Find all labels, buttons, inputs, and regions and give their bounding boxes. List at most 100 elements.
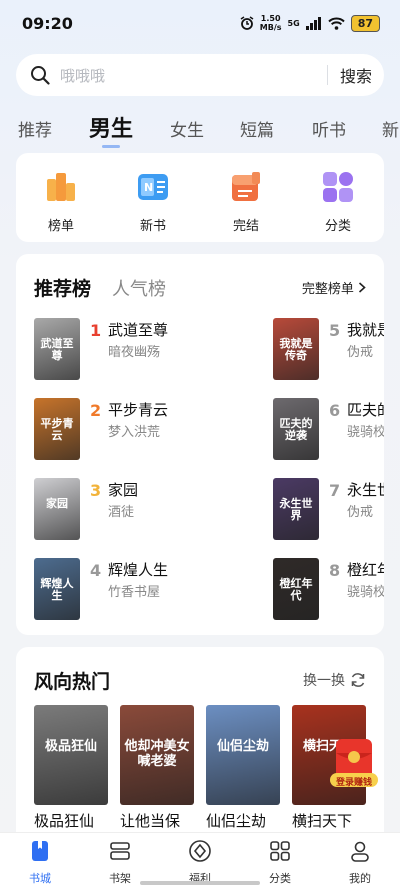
hot-book[interactable]: 极品狂仙 极品狂仙: [34, 705, 108, 831]
book-cover: 武道至尊: [34, 318, 80, 380]
book-title: 武道至尊: [108, 321, 169, 339]
chevron-right-icon: [358, 282, 366, 293]
signal-icon: [305, 16, 321, 30]
book-cover: 仙侣尘劫: [206, 705, 280, 805]
status-icons: 1.50 MB/s 5G 87: [240, 14, 380, 32]
book-title: 家园: [108, 481, 139, 499]
channel-tabs: 推荐 男生 女生 短篇 听书 新: [0, 108, 400, 148]
book-cover: 平步青云: [34, 398, 80, 460]
ranking-header: 推荐榜 人气榜 完整榜单: [34, 274, 366, 300]
book-title: 永生世: [347, 481, 384, 499]
book-title: 我就是: [347, 321, 384, 339]
book-author: 伪戒: [347, 345, 374, 360]
shortcut-finished[interactable]: 完结: [216, 169, 276, 234]
book-title: 横扫天下: [292, 812, 353, 830]
ranking-book[interactable]: 武道至尊 1 武道至尊 暗夜幽殇: [34, 318, 234, 380]
book-cover: 极品狂仙: [34, 705, 108, 805]
status-bar: 09:20 1.50 MB/s 5G 87: [0, 0, 400, 48]
full-ranking-link[interactable]: 完整榜单: [302, 278, 366, 297]
welfare-icon: [189, 840, 211, 862]
shortcut-ranking[interactable]: 榜单: [31, 169, 91, 234]
refresh-button[interactable]: 换一换: [303, 670, 366, 690]
cover-title: 辉煌人生: [40, 577, 74, 602]
book-cover: 永生世界: [273, 478, 319, 540]
new-book-icon: N: [135, 169, 171, 205]
rank-number: 2: [90, 401, 102, 420]
tab-male[interactable]: 男生: [89, 111, 133, 148]
book-author: 竹香书屋: [108, 585, 161, 600]
alarm-icon: [240, 16, 254, 30]
hot-title: 风向热门: [34, 671, 111, 693]
book-author: 暗夜幽殇: [108, 345, 161, 360]
rank-number: 8: [329, 561, 341, 580]
nav-profile[interactable]: 我的: [330, 839, 390, 886]
cover-title: 他却冲美女喊老婆: [124, 739, 190, 769]
rank-number: 6: [329, 401, 341, 420]
nav-bookshelf[interactable]: 书架: [90, 839, 150, 886]
tab-popular-ranking[interactable]: 人气榜: [112, 275, 166, 301]
search-button[interactable]: 搜索: [328, 63, 384, 87]
nav-bookstore[interactable]: 书城: [10, 839, 70, 886]
book-title: 匹夫的: [347, 401, 384, 419]
finished-icon: [228, 169, 264, 205]
book-title: 极品狂仙: [34, 812, 95, 830]
category-shortcuts: 榜单 N 新书 完结 分类: [16, 153, 384, 242]
book-cover: 我就是传奇: [273, 318, 319, 380]
tab-short[interactable]: 短篇: [240, 116, 274, 141]
shortcut-category[interactable]: 分类: [308, 169, 368, 234]
search-input[interactable]: 哦哦哦: [60, 65, 327, 86]
book-author: 骁骑校: [347, 585, 384, 600]
cover-title: 平步青云: [40, 417, 74, 442]
book-author: 梦入洪荒: [108, 425, 161, 440]
battery-indicator: 87: [350, 14, 380, 32]
home-indicator: [140, 881, 260, 885]
nav-welfare[interactable]: 福利: [170, 839, 230, 886]
bookshelf-icon: [110, 842, 130, 860]
nav-category[interactable]: 分类: [250, 839, 310, 886]
shortcut-new-book[interactable]: N 新书: [123, 169, 183, 234]
search-icon: [31, 66, 50, 85]
network-type: 5G: [287, 18, 300, 28]
tab-female[interactable]: 女生: [170, 116, 204, 141]
category-grid-icon: [270, 841, 290, 861]
ranking-book[interactable]: 永生世界 7 永生世伪戒: [273, 478, 384, 540]
cover-title: 武道至尊: [40, 337, 74, 362]
book-cover: 他却冲美女喊老婆: [120, 705, 194, 805]
net-speed: 1.50 MB/s: [259, 14, 282, 32]
rank-number: 5: [329, 321, 341, 340]
ranking-book[interactable]: 辉煌人生 4 辉煌人生 竹香书屋: [34, 558, 234, 620]
bottom-nav: 书城 书架 福利 分类 我的: [0, 832, 400, 889]
book-cover: 家园: [34, 478, 80, 540]
ranking-book[interactable]: 橙红年代 8 橙红年骁骑校: [273, 558, 384, 620]
ranking-book[interactable]: 匹夫的逆袭 6 匹夫的骁骑校: [273, 398, 384, 460]
book-title: 平步青云: [108, 401, 169, 419]
red-packet-label: 登录赚钱: [335, 778, 372, 788]
cover-title: 橙红年代: [279, 577, 313, 602]
tab-new[interactable]: 新: [382, 116, 399, 141]
book-cover: 匹夫的逆袭: [273, 398, 319, 460]
profile-icon: [351, 841, 369, 862]
hot-header: 风向热门 换一换: [34, 667, 366, 694]
cover-title: 我就是传奇: [279, 337, 313, 362]
category-icon: [320, 169, 356, 205]
cover-title: 仙侣尘劫: [216, 739, 269, 754]
ranking-book[interactable]: 我就是传奇 5 我就是伪戒: [273, 318, 384, 380]
book-author: 骁骑校: [347, 425, 384, 440]
ranking-book[interactable]: 家园 3 家园 酒徒: [34, 478, 234, 540]
tab-recommend[interactable]: 推荐: [18, 116, 52, 141]
cover-title: 家园: [46, 497, 68, 510]
ranking-book[interactable]: 平步青云 2 平步青云 梦入洪荒: [34, 398, 234, 460]
book-title: 仙侣尘劫: [206, 812, 267, 830]
rank-number: 7: [329, 481, 341, 500]
wifi-icon: [328, 17, 345, 30]
hot-book[interactable]: 他却冲美女喊老婆让他当保镖，他...: [120, 705, 194, 851]
book-author: 酒徒: [108, 505, 135, 520]
hot-book[interactable]: 仙侣尘劫 仙侣尘劫: [206, 705, 280, 831]
status-time: 09:20: [22, 14, 73, 33]
rank-number: 4: [90, 561, 102, 580]
red-packet-button[interactable]: 登录赚钱: [330, 735, 378, 791]
search-bar[interactable]: 哦哦哦 搜索: [16, 54, 384, 96]
tab-audio[interactable]: 听书: [312, 116, 346, 141]
ranking-icon: [43, 169, 79, 205]
tab-recommend-ranking[interactable]: 推荐榜: [34, 274, 91, 301]
